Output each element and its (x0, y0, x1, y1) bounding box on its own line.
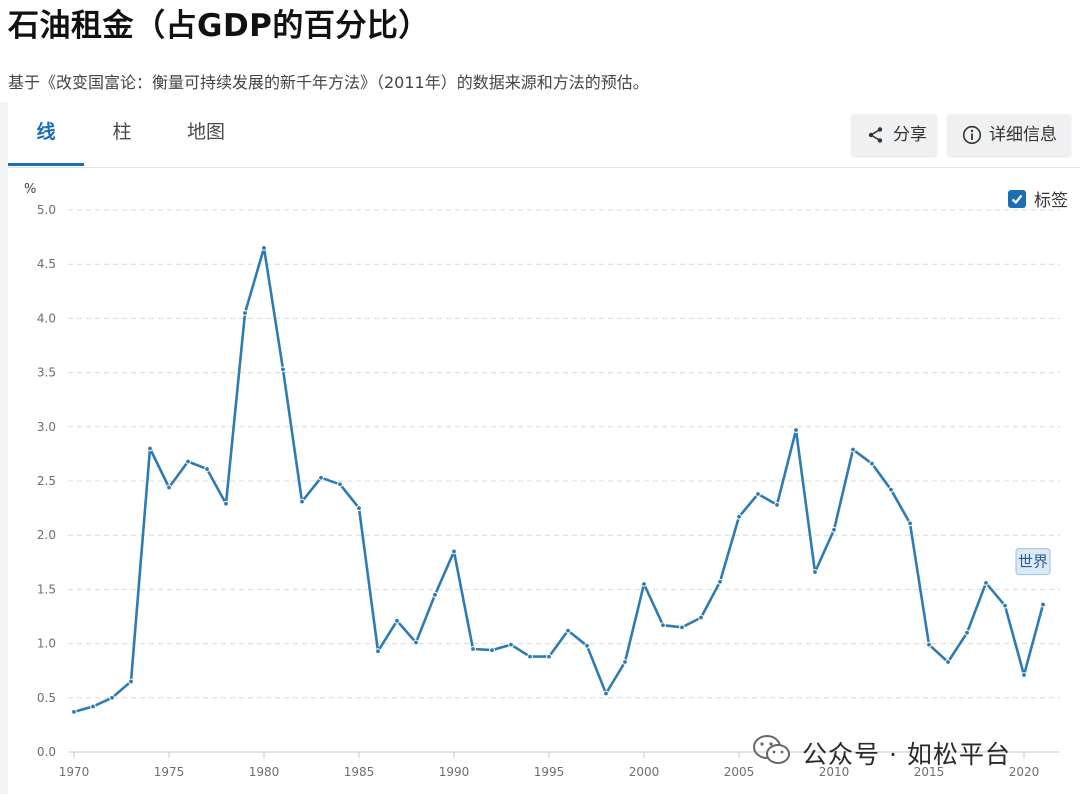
data-point[interactable] (470, 646, 476, 652)
data-point[interactable] (90, 703, 96, 710)
x-tick-label: 2005 (724, 765, 755, 779)
data-point[interactable] (793, 427, 799, 433)
series-line (73, 246, 1045, 714)
data-point[interactable] (413, 639, 419, 646)
data-point[interactable] (907, 520, 913, 527)
y-tick-label: 3.0 (37, 420, 56, 434)
data-point[interactable] (546, 653, 552, 660)
x-tick-label: 2000 (629, 765, 660, 779)
data-point[interactable] (1002, 602, 1008, 609)
data-point[interactable] (489, 647, 495, 654)
grid-lines (68, 209, 1060, 753)
data-point[interactable] (869, 460, 875, 467)
y-tick-label: 0.5 (37, 691, 56, 705)
data-point[interactable] (736, 513, 742, 520)
data-point[interactable] (109, 694, 115, 701)
data-point[interactable] (375, 648, 381, 655)
wechat-icon (752, 733, 792, 773)
y-tick-label: 1.5 (37, 582, 56, 596)
y-tick-label: 1.0 (37, 637, 56, 651)
data-point[interactable] (1040, 601, 1046, 608)
data-point[interactable] (926, 641, 932, 648)
line-chart: % 0.0 0.5 1.0 1.5 2.0 2.5 3.0 3.5 4.0 4.5 5.0 1970 1… (24, 182, 1060, 779)
data-point[interactable] (299, 498, 305, 505)
data-point[interactable] (660, 622, 666, 629)
data-point[interactable] (394, 617, 400, 624)
data-point[interactable] (527, 653, 533, 660)
series-label-layer: 世界 (1015, 548, 1051, 576)
x-tick-label: 1975 (154, 765, 185, 779)
data-point[interactable] (831, 526, 837, 533)
data-point[interactable] (451, 548, 457, 555)
watermark: 公众号 · 如松平台 (752, 733, 1011, 773)
data-point[interactable] (717, 578, 723, 585)
data-point[interactable] (888, 486, 894, 493)
data-point[interactable] (147, 445, 153, 452)
data-point[interactable] (812, 569, 818, 575)
data-point[interactable] (603, 690, 609, 697)
data-point[interactable] (508, 641, 514, 648)
data-point[interactable] (337, 481, 343, 488)
data-point[interactable] (128, 678, 134, 685)
data-point[interactable] (432, 591, 438, 598)
data-point[interactable] (983, 579, 989, 586)
data-point[interactable] (945, 659, 951, 665)
x-tick-label: 1995 (534, 765, 565, 779)
x-tick-label: 1985 (344, 765, 375, 779)
data-point[interactable] (565, 627, 571, 634)
y-tick-label: 4.5 (37, 257, 56, 271)
y-tick-label: 4.0 (37, 311, 56, 325)
data-point[interactable] (679, 624, 685, 631)
x-tick-label: 1980 (249, 765, 280, 779)
data-point[interactable] (698, 614, 704, 621)
y-tick-label: 0.0 (37, 745, 56, 759)
data-point[interactable] (774, 501, 780, 508)
data-point[interactable] (755, 491, 761, 497)
series-label-text: 世界 (1018, 553, 1048, 571)
y-tick-label: 2.5 (37, 474, 56, 488)
data-point[interactable] (850, 446, 856, 453)
x-tick-label: 1970 (59, 765, 90, 779)
data-point[interactable] (71, 708, 77, 715)
y-unit-label: % (24, 182, 36, 197)
y-tick-label: 2.0 (37, 528, 56, 542)
data-point[interactable] (622, 659, 628, 665)
data-point[interactable] (261, 245, 267, 251)
data-point[interactable] (584, 642, 590, 649)
x-tick-label: 1990 (439, 765, 470, 779)
data-point[interactable] (280, 366, 286, 373)
data-point[interactable] (223, 500, 229, 507)
x-tick-label: 2020 (1009, 765, 1040, 779)
data-point[interactable] (356, 505, 362, 512)
series-label: 世界 (1015, 548, 1051, 576)
watermark-text: 公众号 · 如松平台 (802, 740, 1011, 769)
data-point[interactable] (204, 466, 210, 472)
data-point[interactable] (242, 310, 248, 316)
data-point[interactable] (1021, 672, 1027, 678)
data-point[interactable] (185, 458, 191, 465)
data-point[interactable] (166, 484, 172, 491)
y-tick-label: 3.5 (37, 366, 56, 380)
data-point[interactable] (318, 474, 324, 481)
data-point[interactable] (641, 581, 647, 587)
data-point[interactable] (964, 629, 970, 636)
y-tick-label: 5.0 (37, 203, 56, 217)
